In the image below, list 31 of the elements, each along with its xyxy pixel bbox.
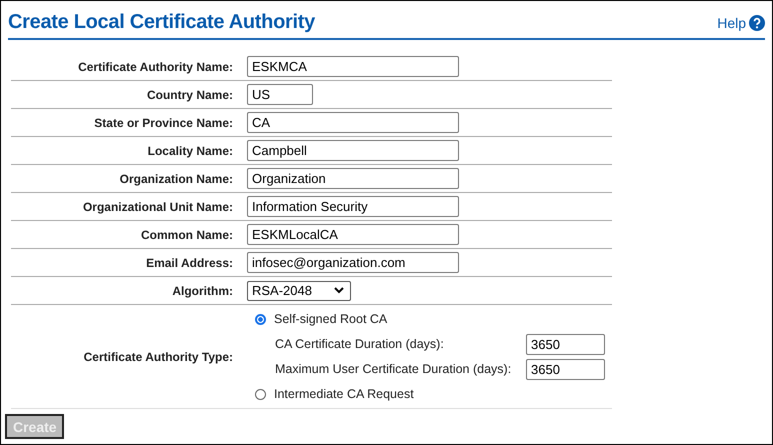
field-label: Certificate Authority Type: — [82, 350, 234, 364]
field-label: Certificate Authority Name: — [77, 60, 234, 74]
field-label: Locality Name: — [146, 144, 234, 158]
radio-label: Self-signed Root CA — [274, 312, 388, 326]
field-label: Organization Name: — [118, 172, 234, 186]
field-label: Common Name: — [140, 228, 234, 242]
field-label: Maximum User Certificate Duration (days): — [275, 362, 512, 376]
text-field[interactable]: US — [247, 84, 313, 105]
text-field[interactable]: Organization — [247, 168, 459, 189]
field-label: CA Certificate Duration (days): — [275, 337, 444, 351]
caret-icon — [334, 287, 344, 294]
field-label: Algorithm: — [171, 284, 234, 298]
radio-button[interactable] — [255, 388, 266, 400]
field-label: Organizational Unit Name: — [82, 200, 234, 214]
help-link[interactable]: Help — [717, 14, 746, 30]
text-field[interactable]: infosec@organization.com — [247, 252, 459, 273]
radio-label: Intermediate CA Request — [274, 387, 414, 401]
text-field[interactable]: ESKMLocalCA — [247, 224, 459, 245]
page-title: Create Local Certificate Authority — [8, 11, 316, 34]
number-field[interactable]: 3650 — [526, 334, 605, 354]
number-field[interactable]: 3650 — [526, 358, 605, 380]
field-label: Email Address: — [145, 256, 234, 270]
help-icon[interactable] — [749, 14, 765, 30]
radio-button[interactable] — [255, 314, 266, 324]
text-field[interactable]: Information Security — [247, 196, 459, 217]
text-field[interactable]: CA — [247, 112, 459, 133]
text-field[interactable]: Campbell — [247, 140, 459, 161]
algorithm-dropdown[interactable]: RSA-2048 — [247, 280, 351, 300]
field-label: State or Province Name: — [93, 116, 234, 130]
text-field[interactable]: ESKMCA — [247, 56, 459, 77]
field-label: Country Name: — [146, 88, 234, 102]
